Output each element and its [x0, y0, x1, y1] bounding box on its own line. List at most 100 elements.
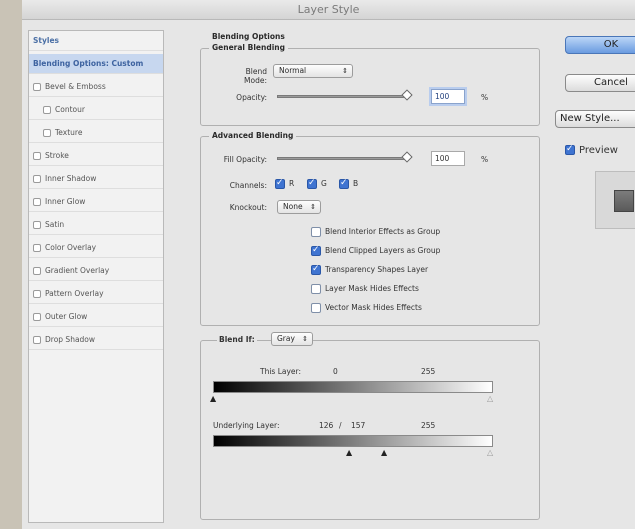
underlying-high: 255 — [421, 421, 436, 430]
sidebar-item-label: Drop Shadow — [45, 335, 96, 344]
opacity-input[interactable]: 100 — [431, 89, 465, 104]
blend-mode-value: Normal — [279, 66, 307, 75]
checkbox-icon[interactable] — [33, 267, 41, 275]
ok-button[interactable]: OK — [565, 36, 635, 54]
sidebar-item[interactable]: Texture — [29, 123, 163, 143]
blend-if-select[interactable]: Gray ⇕ — [271, 332, 313, 346]
checkbox-icon[interactable] — [43, 129, 51, 137]
channel-r[interactable]: R — [275, 178, 294, 189]
checkbox-icon[interactable] — [33, 244, 41, 252]
advanced-option[interactable]: Layer Mask Hides Effects — [311, 284, 419, 294]
channel-b[interactable]: B — [339, 178, 358, 189]
sidebar-item[interactable]: Satin — [29, 215, 163, 235]
blend-if-group: Blend If: Gray ⇕ This Layer: 0 255 ▲ △ U… — [200, 332, 540, 520]
this-layer-label: This Layer: — [259, 367, 301, 376]
select-arrows-icon: ⇕ — [342, 67, 348, 75]
checkbox-icon[interactable] — [33, 198, 41, 206]
checkbox-icon[interactable] — [33, 83, 41, 91]
sidebar-item[interactable]: Bevel & Emboss — [29, 77, 163, 97]
sidebar-item-label: Satin — [45, 220, 65, 229]
opacity-slider[interactable] — [277, 95, 407, 98]
opacity-label: Opacity: — [236, 93, 267, 102]
sidebar-item-label: Contour — [55, 105, 85, 114]
underlying-low-split: 157 — [351, 421, 366, 430]
sidebar-item-label: Stroke — [45, 151, 69, 160]
this-layer-high: 255 — [421, 367, 436, 376]
blend-mode-select[interactable]: Normal ⇕ — [273, 64, 353, 78]
sidebar-item[interactable]: Pattern Overlay — [29, 284, 163, 304]
preview-checkbox[interactable]: Preview — [565, 144, 618, 156]
this-layer-gradient — [213, 381, 493, 393]
sidebar-item-label: Pattern Overlay — [45, 289, 104, 298]
sidebar-item-label: Color Overlay — [45, 243, 97, 252]
sidebar-item[interactable]: Color Overlay — [29, 238, 163, 258]
preview-label: Preview — [579, 145, 618, 156]
new-style-button[interactable]: New Style... — [555, 110, 635, 128]
this-layer-black-slider[interactable]: ▲ — [210, 394, 216, 403]
underlying-separator: / — [339, 421, 342, 430]
knockout-select[interactable]: None ⇕ — [277, 200, 321, 214]
fill-opacity-unit: % — [481, 155, 489, 164]
checkbox-icon[interactable] — [33, 221, 41, 229]
advanced-option-label: Transparency Shapes Layer — [325, 265, 429, 274]
checkbox-icon[interactable] — [33, 336, 41, 344]
advanced-option[interactable]: Blend Interior Effects as Group — [311, 227, 440, 237]
underlying-white-slider[interactable]: △ — [487, 448, 493, 457]
channels-label: Channels: — [229, 181, 267, 190]
opacity-unit: % — [481, 93, 489, 102]
advanced-option-label: Layer Mask Hides Effects — [325, 284, 419, 293]
fill-opacity-input[interactable]: 100 — [431, 151, 465, 166]
checkbox-icon — [311, 284, 321, 294]
checkbox-icon[interactable] — [33, 290, 41, 298]
fill-opacity-slider[interactable] — [277, 157, 407, 160]
checkbox-icon — [311, 264, 321, 275]
sidebar-item-label: Bevel & Emboss — [45, 82, 106, 91]
this-layer-low: 0 — [333, 367, 338, 376]
checkbox-icon[interactable] — [33, 175, 41, 183]
sidebar-item-label: Blending Options: Custom — [33, 59, 144, 68]
checkbox-icon[interactable] — [43, 106, 51, 114]
cancel-button[interactable]: Cancel — [565, 74, 635, 92]
advanced-option[interactable]: Transparency Shapes Layer — [311, 264, 429, 275]
window-title: Layer Style — [22, 0, 635, 20]
sidebar-item: Styles — [29, 31, 163, 51]
channel-g[interactable]: G — [307, 178, 327, 189]
opacity-slider-thumb[interactable] — [401, 89, 413, 101]
style-preview — [595, 171, 635, 229]
underlying-black-slider-left[interactable]: ▲ — [346, 448, 352, 457]
sidebar-item[interactable]: Stroke — [29, 146, 163, 166]
sidebar-item[interactable]: Contour — [29, 100, 163, 120]
sidebar-item-label: Texture — [55, 128, 83, 137]
checkbox-icon — [311, 303, 321, 313]
sidebar-item[interactable]: Inner Glow — [29, 192, 163, 212]
blend-if-value: Gray — [277, 334, 295, 343]
checkbox-icon — [307, 178, 317, 189]
advanced-blending-title: Advanced Blending — [209, 131, 297, 140]
checkbox-icon — [311, 245, 321, 256]
advanced-option-label: Blend Clipped Layers as Group — [325, 246, 441, 255]
checkbox-icon[interactable] — [33, 313, 41, 321]
sidebar-item-label: Inner Glow — [45, 197, 86, 206]
this-layer-white-slider[interactable]: △ — [487, 394, 493, 403]
checkbox-icon — [275, 178, 285, 189]
advanced-blending-group: Advanced Blending Fill Opacity: 100 % Ch… — [200, 131, 540, 326]
advanced-option[interactable]: Vector Mask Hides Effects — [311, 303, 422, 313]
sidebar-item[interactable]: Gradient Overlay — [29, 261, 163, 281]
checkbox-icon — [565, 144, 575, 155]
sidebar-item[interactable]: Inner Shadow — [29, 169, 163, 189]
knockout-label: Knockout: — [229, 203, 267, 212]
blend-mode-label: Blend Mode: — [244, 67, 267, 85]
sidebar-item[interactable]: Drop Shadow — [29, 330, 163, 350]
underlying-black-slider-right[interactable]: ▲ — [381, 448, 387, 457]
blending-options-panel: Blending Options General Blending Blend … — [182, 30, 547, 523]
advanced-option[interactable]: Blend Clipped Layers as Group — [311, 245, 441, 256]
sidebar-item[interactable]: Outer Glow — [29, 307, 163, 327]
checkbox-icon[interactable] — [33, 152, 41, 160]
checkbox-icon — [339, 178, 349, 189]
sidebar-item-label: Gradient Overlay — [45, 266, 110, 275]
preview-swatch — [614, 190, 634, 212]
general-blending-group: General Blending Blend Mode: Normal ⇕ Op… — [200, 43, 540, 126]
sidebar-item-label: Inner Shadow — [45, 174, 97, 183]
sidebar-item[interactable]: Blending Options: Custom — [29, 54, 163, 74]
fill-opacity-slider-thumb[interactable] — [401, 151, 413, 163]
